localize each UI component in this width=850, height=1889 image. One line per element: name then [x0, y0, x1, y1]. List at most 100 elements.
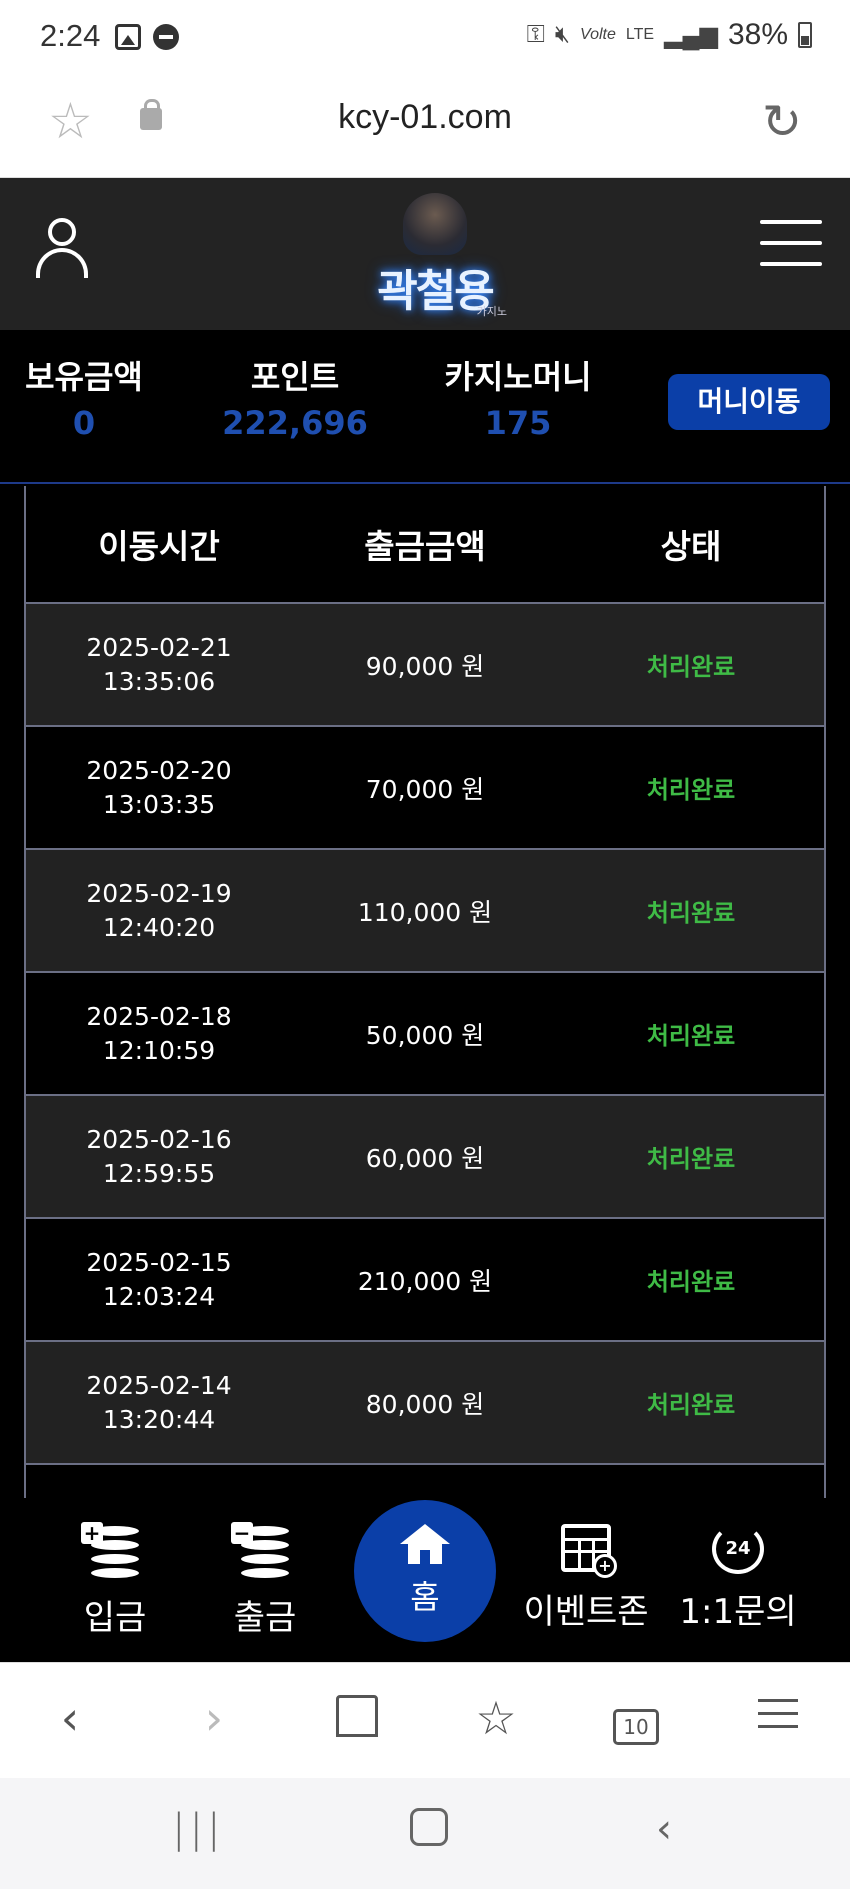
- logo-subtext: 카지노: [476, 305, 507, 318]
- row-amount: 70,000 원: [365, 774, 485, 804]
- hamburger-menu-icon[interactable]: [760, 220, 822, 266]
- row-date: 2025-02-14: [86, 1370, 232, 1400]
- casino-money-balance: 카지노머니 175: [430, 352, 606, 442]
- withdrawal-history-table[interactable]: 이동시간 출금금액 상태 2025-02-21 13:35:06 90,000 …: [24, 486, 826, 1498]
- holding-balance: 보유금액 0: [14, 352, 154, 442]
- row-status: 처리완료: [646, 1145, 736, 1173]
- site-bottom-nav: + 입금 − 출금 홈 + 이벤트존 24 1:1문의: [0, 1498, 850, 1662]
- nav-deposit-label: 입금: [83, 1598, 147, 1638]
- browser-toolbar: ‹ › ☆ 10: [0, 1662, 850, 1778]
- row-clock: 12:40:20: [102, 912, 216, 942]
- row-status: 처리완료: [646, 1022, 736, 1050]
- support-24h-icon: 24: [712, 1524, 764, 1574]
- row-time: 2025-02-19 12:40:20: [26, 877, 292, 945]
- lte-label: LTE: [625, 26, 655, 43]
- nav-event-zone[interactable]: + 이벤트존: [516, 1524, 656, 1633]
- money-move-button[interactable]: 머니이동: [668, 374, 830, 430]
- table-row: 2025-02-21 13:35:06 90,000 원 처리완료: [26, 604, 824, 727]
- row-status: 처리완료: [646, 1268, 736, 1296]
- row-clock: 12:03:24: [102, 1281, 216, 1311]
- header-status: 상태: [660, 527, 722, 566]
- logo-figure: [403, 193, 467, 255]
- table-header: 이동시간 출금금액 상태: [26, 486, 824, 604]
- points-label: 포인트: [250, 358, 340, 396]
- row-time: 2025-02-21 13:35:06: [26, 631, 292, 699]
- header-amount: 출금금액: [364, 527, 486, 566]
- row-clock: 12:10:59: [102, 1035, 216, 1065]
- row-date: 2025-02-16: [86, 1124, 232, 1154]
- status-right-icons: ⚿ 🔇︎ Volte LTE ▂▄▆ 38%: [527, 18, 812, 52]
- system-back-icon[interactable]: ‹: [656, 1806, 672, 1852]
- battery-percent: 38%: [727, 18, 788, 51]
- site-header: 곽철용 카지노: [0, 178, 850, 330]
- nav-support-label: 1:1문의: [679, 1592, 797, 1632]
- casino-money-label: 카지노머니: [444, 358, 592, 396]
- browser-home-icon[interactable]: [324, 1691, 384, 1746]
- vpn-key-icon: ⚿: [526, 21, 545, 48]
- status-left-icons: [115, 24, 179, 50]
- row-status: 처리완료: [646, 653, 736, 681]
- mute-icon: 🔇︎: [554, 21, 570, 48]
- row-amount: 60,000 원: [365, 1143, 485, 1173]
- system-home-icon[interactable]: [410, 1808, 448, 1846]
- status-bar: 2:24 ⚿ 🔇︎ Volte LTE ▂▄▆ 38%: [0, 0, 850, 78]
- holding-label: 보유금액: [25, 358, 143, 396]
- nav-home-label: 홈: [410, 1578, 440, 1616]
- back-arrow-icon[interactable]: ‹: [40, 1691, 100, 1745]
- row-clock: 13:20:44: [102, 1404, 216, 1434]
- row-amount: 210,000 원: [357, 1266, 493, 1296]
- table-row: 2025-02-19 12:40:20 110,000 원 처리완료: [26, 850, 824, 973]
- nav-withdraw[interactable]: − 출금: [210, 1522, 320, 1639]
- nav-support[interactable]: 24 1:1문의: [676, 1524, 800, 1633]
- user-icon[interactable]: [36, 218, 88, 280]
- row-amount: 90,000 원: [365, 651, 485, 681]
- nav-home-button[interactable]: 홈: [354, 1500, 496, 1642]
- volte-label: Volte: [580, 26, 616, 43]
- signal-icon: ▂▄▆: [664, 21, 718, 49]
- bookmarks-icon[interactable]: ☆: [466, 1691, 526, 1745]
- row-time: 2025-02-16 12:59:55: [26, 1123, 292, 1191]
- row-time: 2025-02-20 13:03:35: [26, 754, 292, 822]
- url-text[interactable]: kcy-01.com: [0, 98, 850, 137]
- nav-withdraw-label: 출금: [233, 1598, 297, 1638]
- row-amount: 110,000 원: [357, 897, 493, 927]
- event-calendar-icon: +: [561, 1524, 617, 1578]
- battery-icon: [798, 22, 812, 48]
- balance-bar: 보유금액 0 포인트 222,696 카지노머니 175 머니이동: [0, 330, 850, 484]
- system-nav-bar: ||| ‹: [0, 1778, 850, 1889]
- table-row: 2025-02-20 13:03:35 70,000 원 처리완료: [26, 727, 824, 850]
- row-amount: 50,000 원: [365, 1020, 485, 1050]
- table-row: 2025-02-16 12:59:55 60,000 원 처리완료: [26, 1096, 824, 1219]
- row-time: 2025-02-14 13:20:44: [26, 1369, 292, 1437]
- tabs-icon[interactable]: 10: [606, 1691, 666, 1745]
- tabs-count: 10: [613, 1709, 659, 1745]
- row-date: 2025-02-21: [86, 632, 232, 662]
- recents-icon[interactable]: |||: [172, 1806, 224, 1852]
- nav-event-label: 이벤트존: [523, 1592, 649, 1632]
- row-clock: 13:35:06: [102, 666, 216, 696]
- table-row: 2025-02-14 13:20:44 80,000 원 처리완료: [26, 1342, 824, 1465]
- gallery-icon: [115, 24, 141, 50]
- reload-icon[interactable]: ↻: [762, 94, 802, 150]
- site-logo[interactable]: 곽철용 카지노: [345, 193, 525, 318]
- do-not-disturb-icon: [153, 24, 179, 50]
- table-row: 2025-02-15 12:03:24 210,000 원 처리완료: [26, 1219, 824, 1342]
- casino-money-value: 175: [484, 404, 552, 442]
- row-status: 처리완료: [646, 899, 736, 927]
- row-clock: 12:59:55: [102, 1158, 216, 1188]
- browser-url-bar: ☆ kcy-01.com ↻: [0, 78, 850, 178]
- home-icon: [400, 1524, 450, 1566]
- row-time: 2025-02-18 12:10:59: [26, 1000, 292, 1068]
- row-amount: 80,000 원: [365, 1389, 485, 1419]
- withdraw-coins-icon: −: [231, 1522, 295, 1580]
- row-status: 처리완료: [646, 776, 736, 804]
- row-date: 2025-02-18: [86, 1001, 232, 1031]
- status-time: 2:24: [40, 18, 101, 53]
- row-date: 2025-02-20: [86, 755, 232, 785]
- nav-deposit[interactable]: + 입금: [60, 1522, 170, 1639]
- forward-arrow-icon[interactable]: ›: [184, 1691, 244, 1745]
- deposit-coins-icon: +: [81, 1522, 145, 1580]
- browser-menu-icon[interactable]: [748, 1691, 808, 1749]
- row-clock: 13:03:35: [102, 789, 216, 819]
- table-row: 2025-02-18 12:10:59 50,000 원 처리완료: [26, 973, 824, 1096]
